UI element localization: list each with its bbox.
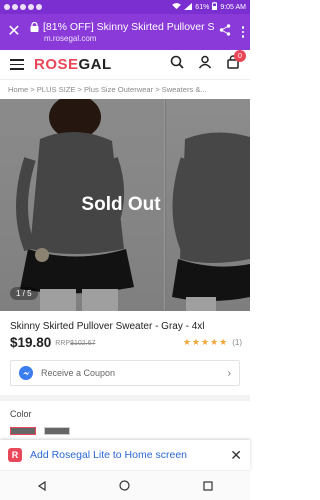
breadcrumb-separator: > [155,85,160,94]
rrp-label: RRP [55,340,71,347]
breadcrumb-item[interactable]: Home [8,85,28,94]
tab-title: [81% OFF] Skinny Skirted Pullover S... [43,21,214,33]
product-price: $19.80 [10,334,52,350]
lock-icon [30,21,39,32]
sold-out-label: Sold Out [81,194,161,215]
menu-dot [241,30,245,34]
notification-icon [36,4,42,10]
battery-level: 61% [195,3,210,11]
status-bar: 61% 9:05 AM [0,0,250,14]
coupon-label: Receive a Coupon [41,368,116,378]
color-swatch[interactable] [10,427,36,435]
share-button[interactable] [214,23,236,41]
breadcrumb-item[interactable]: Sweaters &... [162,85,207,94]
notification-icon [20,4,26,10]
wifi-icon [172,2,182,12]
account-icon[interactable] [198,55,212,74]
page-url: m.rosegal.com [44,34,97,43]
system-navigation-bar [0,470,250,500]
home-button[interactable] [115,476,135,496]
overflow-menu-button[interactable] [236,26,250,38]
battery-icon [212,2,218,12]
cart-count-badge: 0 [234,50,246,62]
menu-dot [241,35,245,38]
breadcrumb: Home > PLUS SIZE > Plus Size Outerwear > Sweat… [0,82,250,98]
star-icon: ★ [191,336,200,347]
recents-button[interactable] [198,476,218,496]
star-icon: ★ [182,336,191,347]
close-banner-icon[interactable]: ✕ [230,447,242,464]
cart-button[interactable]: 0 [226,50,246,74]
back-button[interactable] [32,476,52,496]
logo-rest: GAL [78,56,112,73]
price-row: $19.80 RRP$102.67 ★ ★ ★ ★ ★ (1) [10,333,242,351]
hamburger-menu-button[interactable] [10,59,24,70]
messenger-icon [19,366,33,380]
star-icon: ★ [219,336,228,347]
menu-dot [241,26,245,29]
signal-icon [184,2,193,12]
clock: 9:05 AM [220,3,246,11]
image-pager: 1 / 5 [10,287,38,300]
star-icon: ★ [210,336,219,347]
rosegal-app-icon: R [8,448,22,462]
close-tab-button[interactable]: ✕ [0,14,28,50]
rating[interactable]: ★ ★ ★ ★ ★ (1) [183,337,242,348]
breadcrumb-separator: > [77,85,82,94]
star-icon: ★ [200,336,210,347]
site-logo[interactable]: ROSEGAL [34,56,112,73]
receive-coupon-button[interactable]: Receive a Coupon › [10,360,240,386]
breadcrumb-item[interactable]: PLUS SIZE [37,85,76,94]
add-to-home-banner[interactable]: R Add Rosegal Lite to Home screen ✕ [0,440,250,470]
color-swatch[interactable] [44,427,70,435]
notification-icon [4,4,10,10]
color-swatches [10,427,70,435]
rrp-value: $102.67 [70,340,96,347]
product-title: Skinny Skirted Pullover Sweater - Gray -… [10,321,205,332]
notification-icon [28,4,34,10]
browser-toolbar: ✕ [81% OFF] Skinny Skirted Pullover S...… [0,14,250,50]
product-image-gallery[interactable]: Sold Out 1 / 5 [0,99,250,311]
site-header: ROSEGAL 0 [0,50,250,80]
chevron-right-icon: › [227,367,231,379]
color-label: Color [10,409,32,419]
notification-icons [4,4,42,10]
page-title-area[interactable]: [81% OFF] Skinny Skirted Pullover S... m… [28,21,214,43]
rrp-price: RRP$102.67 [55,340,95,347]
hamburger-line [10,63,24,66]
search-icon[interactable] [170,55,184,74]
hamburger-line [10,68,24,70]
share-icon [219,23,231,41]
notification-icon [12,4,18,10]
breadcrumb-item[interactable]: Plus Size Outerwear [84,85,153,94]
breadcrumb-separator: > [30,85,35,94]
review-count[interactable]: (1) [232,338,242,347]
sold-out-overlay: Sold Out [0,99,250,311]
hamburger-line [10,59,24,61]
section-divider [0,395,250,401]
logo-brand: ROSE [34,56,79,73]
add-to-home-text[interactable]: Add Rosegal Lite to Home screen [30,449,187,461]
close-icon: ✕ [7,23,21,40]
